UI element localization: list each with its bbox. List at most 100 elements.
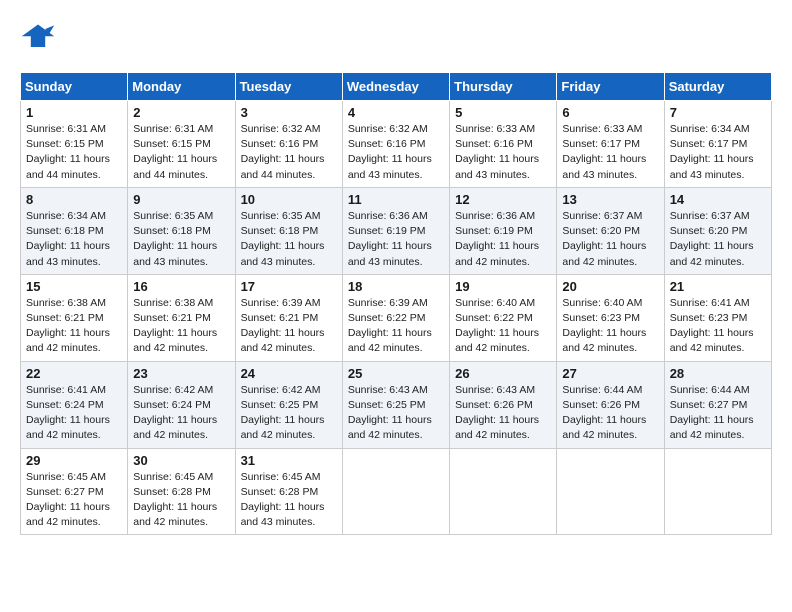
- day-number: 10: [241, 192, 337, 207]
- day-info: Sunrise: 6:39 AM Sunset: 6:22 PM Dayligh…: [348, 296, 444, 357]
- page-header: [20, 20, 772, 56]
- day-number: 4: [348, 105, 444, 120]
- day-number: 28: [670, 366, 766, 381]
- calendar-day-header: Friday: [557, 73, 664, 101]
- calendar-cell: 23 Sunrise: 6:42 AM Sunset: 6:24 PM Dayl…: [128, 361, 235, 448]
- day-number: 25: [348, 366, 444, 381]
- calendar-cell: 5 Sunrise: 6:33 AM Sunset: 6:16 PM Dayli…: [450, 101, 557, 188]
- calendar-table: SundayMondayTuesdayWednesdayThursdayFrid…: [20, 72, 772, 535]
- day-number: 26: [455, 366, 551, 381]
- day-number: 30: [133, 453, 229, 468]
- calendar-cell: 9 Sunrise: 6:35 AM Sunset: 6:18 PM Dayli…: [128, 187, 235, 274]
- calendar-cell: 21 Sunrise: 6:41 AM Sunset: 6:23 PM Dayl…: [664, 274, 771, 361]
- day-number: 12: [455, 192, 551, 207]
- day-number: 11: [348, 192, 444, 207]
- day-number: 8: [26, 192, 122, 207]
- day-number: 24: [241, 366, 337, 381]
- day-number: 27: [562, 366, 658, 381]
- day-number: 14: [670, 192, 766, 207]
- day-info: Sunrise: 6:34 AM Sunset: 6:17 PM Dayligh…: [670, 122, 766, 183]
- day-number: 13: [562, 192, 658, 207]
- calendar-week-row: 1 Sunrise: 6:31 AM Sunset: 6:15 PM Dayli…: [21, 101, 772, 188]
- calendar-cell: 27 Sunrise: 6:44 AM Sunset: 6:26 PM Dayl…: [557, 361, 664, 448]
- calendar-cell: 20 Sunrise: 6:40 AM Sunset: 6:23 PM Dayl…: [557, 274, 664, 361]
- day-info: Sunrise: 6:35 AM Sunset: 6:18 PM Dayligh…: [133, 209, 229, 270]
- calendar-cell: 7 Sunrise: 6:34 AM Sunset: 6:17 PM Dayli…: [664, 101, 771, 188]
- day-number: 6: [562, 105, 658, 120]
- calendar-cell: [557, 448, 664, 535]
- day-info: Sunrise: 6:45 AM Sunset: 6:27 PM Dayligh…: [26, 470, 122, 531]
- day-number: 15: [26, 279, 122, 294]
- day-number: 7: [670, 105, 766, 120]
- day-info: Sunrise: 6:41 AM Sunset: 6:24 PM Dayligh…: [26, 383, 122, 444]
- day-info: Sunrise: 6:41 AM Sunset: 6:23 PM Dayligh…: [670, 296, 766, 357]
- calendar-week-row: 15 Sunrise: 6:38 AM Sunset: 6:21 PM Dayl…: [21, 274, 772, 361]
- calendar-day-header: Monday: [128, 73, 235, 101]
- calendar-cell: 22 Sunrise: 6:41 AM Sunset: 6:24 PM Dayl…: [21, 361, 128, 448]
- day-number: 22: [26, 366, 122, 381]
- calendar-cell: 26 Sunrise: 6:43 AM Sunset: 6:26 PM Dayl…: [450, 361, 557, 448]
- calendar-cell: 3 Sunrise: 6:32 AM Sunset: 6:16 PM Dayli…: [235, 101, 342, 188]
- day-number: 19: [455, 279, 551, 294]
- calendar-cell: 4 Sunrise: 6:32 AM Sunset: 6:16 PM Dayli…: [342, 101, 449, 188]
- day-info: Sunrise: 6:31 AM Sunset: 6:15 PM Dayligh…: [133, 122, 229, 183]
- calendar-cell: 31 Sunrise: 6:45 AM Sunset: 6:28 PM Dayl…: [235, 448, 342, 535]
- calendar-week-row: 8 Sunrise: 6:34 AM Sunset: 6:18 PM Dayli…: [21, 187, 772, 274]
- calendar-day-header: Saturday: [664, 73, 771, 101]
- day-info: Sunrise: 6:36 AM Sunset: 6:19 PM Dayligh…: [455, 209, 551, 270]
- calendar-day-header: Tuesday: [235, 73, 342, 101]
- day-info: Sunrise: 6:44 AM Sunset: 6:26 PM Dayligh…: [562, 383, 658, 444]
- calendar-cell: 28 Sunrise: 6:44 AM Sunset: 6:27 PM Dayl…: [664, 361, 771, 448]
- day-info: Sunrise: 6:37 AM Sunset: 6:20 PM Dayligh…: [562, 209, 658, 270]
- calendar-cell: 15 Sunrise: 6:38 AM Sunset: 6:21 PM Dayl…: [21, 274, 128, 361]
- calendar-cell: [342, 448, 449, 535]
- logo-bird-icon: [20, 20, 56, 56]
- calendar-cell: 1 Sunrise: 6:31 AM Sunset: 6:15 PM Dayli…: [21, 101, 128, 188]
- day-number: 31: [241, 453, 337, 468]
- day-info: Sunrise: 6:40 AM Sunset: 6:22 PM Dayligh…: [455, 296, 551, 357]
- day-number: 2: [133, 105, 229, 120]
- calendar-cell: 19 Sunrise: 6:40 AM Sunset: 6:22 PM Dayl…: [450, 274, 557, 361]
- day-number: 18: [348, 279, 444, 294]
- calendar-cell: 10 Sunrise: 6:35 AM Sunset: 6:18 PM Dayl…: [235, 187, 342, 274]
- day-info: Sunrise: 6:33 AM Sunset: 6:16 PM Dayligh…: [455, 122, 551, 183]
- day-info: Sunrise: 6:34 AM Sunset: 6:18 PM Dayligh…: [26, 209, 122, 270]
- day-info: Sunrise: 6:43 AM Sunset: 6:26 PM Dayligh…: [455, 383, 551, 444]
- day-info: Sunrise: 6:44 AM Sunset: 6:27 PM Dayligh…: [670, 383, 766, 444]
- day-info: Sunrise: 6:45 AM Sunset: 6:28 PM Dayligh…: [241, 470, 337, 531]
- day-info: Sunrise: 6:37 AM Sunset: 6:20 PM Dayligh…: [670, 209, 766, 270]
- calendar-cell: 24 Sunrise: 6:42 AM Sunset: 6:25 PM Dayl…: [235, 361, 342, 448]
- calendar-cell: [450, 448, 557, 535]
- day-info: Sunrise: 6:42 AM Sunset: 6:24 PM Dayligh…: [133, 383, 229, 444]
- calendar-cell: 11 Sunrise: 6:36 AM Sunset: 6:19 PM Dayl…: [342, 187, 449, 274]
- day-number: 5: [455, 105, 551, 120]
- day-number: 3: [241, 105, 337, 120]
- calendar-cell: [664, 448, 771, 535]
- day-number: 23: [133, 366, 229, 381]
- day-info: Sunrise: 6:45 AM Sunset: 6:28 PM Dayligh…: [133, 470, 229, 531]
- calendar-cell: 17 Sunrise: 6:39 AM Sunset: 6:21 PM Dayl…: [235, 274, 342, 361]
- day-info: Sunrise: 6:38 AM Sunset: 6:21 PM Dayligh…: [133, 296, 229, 357]
- day-info: Sunrise: 6:40 AM Sunset: 6:23 PM Dayligh…: [562, 296, 658, 357]
- day-number: 17: [241, 279, 337, 294]
- day-number: 20: [562, 279, 658, 294]
- calendar-day-header: Thursday: [450, 73, 557, 101]
- day-info: Sunrise: 6:32 AM Sunset: 6:16 PM Dayligh…: [348, 122, 444, 183]
- calendar-cell: 30 Sunrise: 6:45 AM Sunset: 6:28 PM Dayl…: [128, 448, 235, 535]
- day-info: Sunrise: 6:31 AM Sunset: 6:15 PM Dayligh…: [26, 122, 122, 183]
- calendar-cell: 29 Sunrise: 6:45 AM Sunset: 6:27 PM Dayl…: [21, 448, 128, 535]
- calendar-cell: 8 Sunrise: 6:34 AM Sunset: 6:18 PM Dayli…: [21, 187, 128, 274]
- calendar-week-row: 29 Sunrise: 6:45 AM Sunset: 6:27 PM Dayl…: [21, 448, 772, 535]
- day-info: Sunrise: 6:38 AM Sunset: 6:21 PM Dayligh…: [26, 296, 122, 357]
- calendar-day-header: Sunday: [21, 73, 128, 101]
- calendar-week-row: 22 Sunrise: 6:41 AM Sunset: 6:24 PM Dayl…: [21, 361, 772, 448]
- day-number: 9: [133, 192, 229, 207]
- calendar-cell: 2 Sunrise: 6:31 AM Sunset: 6:15 PM Dayli…: [128, 101, 235, 188]
- day-info: Sunrise: 6:35 AM Sunset: 6:18 PM Dayligh…: [241, 209, 337, 270]
- day-info: Sunrise: 6:42 AM Sunset: 6:25 PM Dayligh…: [241, 383, 337, 444]
- day-number: 1: [26, 105, 122, 120]
- day-info: Sunrise: 6:43 AM Sunset: 6:25 PM Dayligh…: [348, 383, 444, 444]
- calendar-cell: 12 Sunrise: 6:36 AM Sunset: 6:19 PM Dayl…: [450, 187, 557, 274]
- calendar-cell: 13 Sunrise: 6:37 AM Sunset: 6:20 PM Dayl…: [557, 187, 664, 274]
- calendar-cell: 18 Sunrise: 6:39 AM Sunset: 6:22 PM Dayl…: [342, 274, 449, 361]
